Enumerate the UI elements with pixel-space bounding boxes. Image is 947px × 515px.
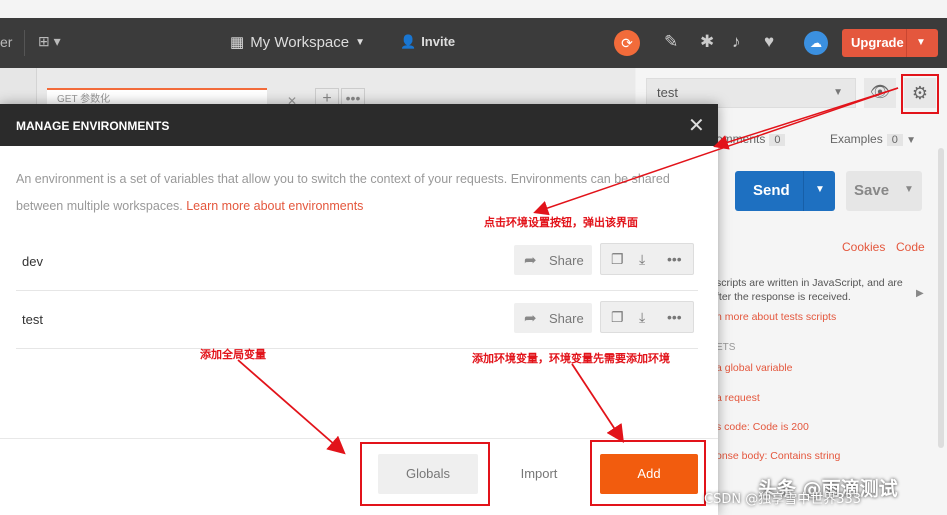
arrow-to-modal-2: [533, 87, 899, 216]
watermark-csdn: CSDN @独享雪中世界333: [704, 492, 862, 507]
arrow-to-globals: [237, 359, 346, 455]
arrow-to-add: [571, 363, 624, 444]
annotation-arrows: [237, 87, 899, 455]
